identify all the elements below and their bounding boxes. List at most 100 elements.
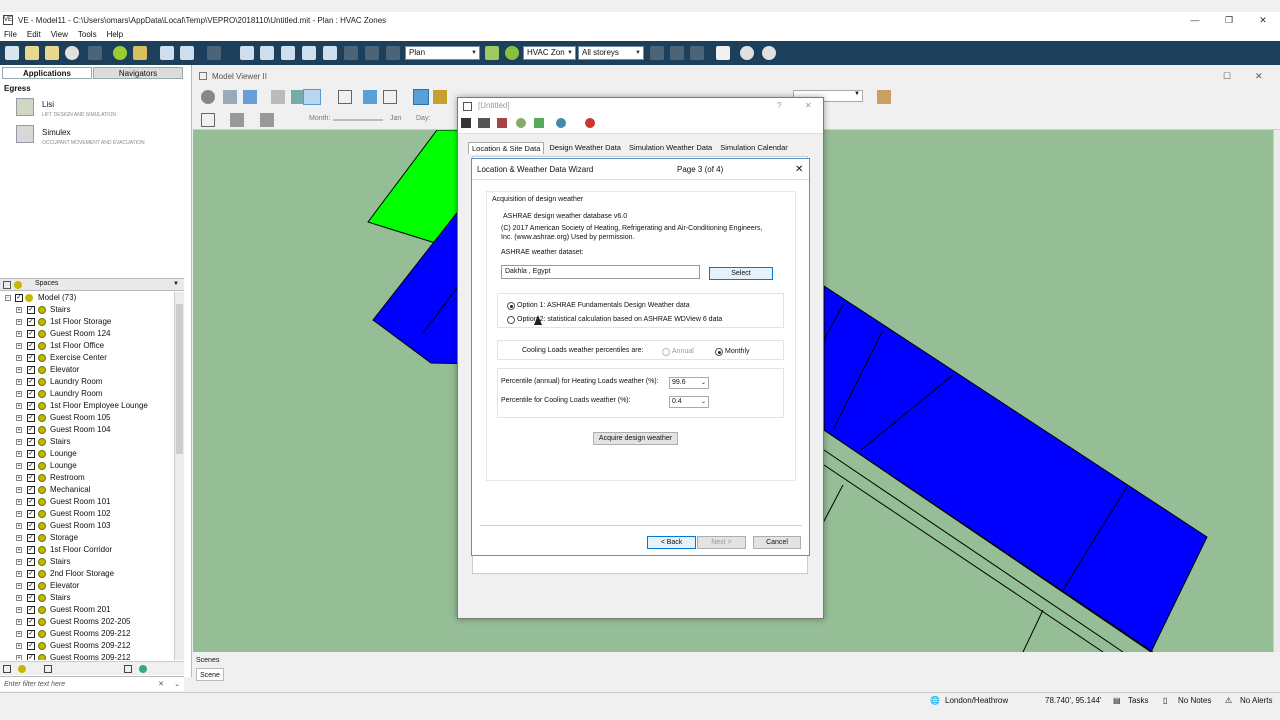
- paint-icon[interactable]: [877, 90, 891, 104]
- tree-item[interactable]: + ✓ Guest Room 105: [0, 412, 174, 424]
- box-icon[interactable]: [223, 90, 237, 104]
- tree-item[interactable]: + ✓ Exercise Center: [0, 352, 174, 364]
- expand-icon[interactable]: +: [16, 439, 22, 445]
- expand-icon[interactable]: +: [16, 511, 22, 517]
- expand-icon[interactable]: +: [16, 607, 22, 613]
- expand-icon[interactable]: +: [16, 655, 22, 660]
- tab-applications[interactable]: Applications: [2, 67, 92, 79]
- cube-outline-icon[interactable]: [201, 113, 215, 127]
- gear-box-icon[interactable]: [271, 90, 285, 104]
- minimize-button[interactable]: —: [1178, 12, 1212, 28]
- expand-icon[interactable]: +: [16, 403, 22, 409]
- dataset-field[interactable]: Dakhla , Egypt: [501, 265, 700, 279]
- tree-item[interactable]: + ✓ Stairs: [0, 592, 174, 604]
- expand-icon[interactable]: +: [16, 523, 22, 529]
- close-button[interactable]: ✕: [1246, 12, 1280, 28]
- monthly-label[interactable]: Monthly: [725, 348, 750, 355]
- checkbox-icon[interactable]: ✓: [27, 354, 35, 362]
- tree-item[interactable]: + ✓ Guest Rooms 209-212: [0, 652, 174, 660]
- checkbox-icon[interactable]: ✓: [27, 498, 35, 506]
- tab-simulation-calendar[interactable]: Simulation Calendar: [717, 142, 791, 154]
- expand-icon[interactable]: +: [16, 355, 22, 361]
- tree-item[interactable]: + ✓ 1st Floor Corridor: [0, 544, 174, 556]
- shape-icon[interactable]: [303, 89, 321, 105]
- tree-item[interactable]: + ✓ Guest Room 124: [0, 328, 174, 340]
- tab-location-site[interactable]: Location & Site Data: [468, 142, 545, 154]
- open-recent-icon[interactable]: [45, 46, 59, 60]
- option1-radio[interactable]: [507, 302, 515, 310]
- clear-icon[interactable]: ✕: [158, 677, 164, 692]
- expand-icon[interactable]: +: [16, 331, 22, 337]
- help-button[interactable]: ?: [777, 98, 781, 114]
- expand-icon[interactable]: +: [16, 307, 22, 313]
- checkbox-icon[interactable]: ✓: [27, 486, 35, 494]
- checkbox-icon[interactable]: ✓: [27, 402, 35, 410]
- dialog-close-button[interactable]: ✕: [805, 98, 812, 114]
- checkbox-icon[interactable]: ✓: [27, 342, 35, 350]
- tree-item[interactable]: + ✓ Mechanical: [0, 484, 174, 496]
- tree-item[interactable]: + ✓ Stairs: [0, 556, 174, 568]
- layer-select[interactable]: HVAC Zon ▼: [523, 46, 576, 60]
- help-icon[interactable]: [585, 118, 595, 128]
- expand-icon[interactable]: +: [16, 379, 22, 385]
- zoom-in-icon[interactable]: [302, 46, 316, 60]
- cooling-pct-select[interactable]: 0.4 ⌄: [669, 396, 709, 408]
- globe-icon[interactable]: [556, 118, 566, 128]
- tab-design-weather[interactable]: Design Weather Data: [546, 142, 624, 154]
- gear-plus-icon[interactable]: [762, 46, 776, 60]
- expand-icon[interactable]: +: [16, 571, 22, 577]
- open-folder-icon[interactable]: [25, 46, 39, 60]
- tree-item[interactable]: + ✓ Lounge: [0, 448, 174, 460]
- menu-tools[interactable]: Tools: [74, 30, 103, 39]
- tab-simulation-weather[interactable]: Simulation Weather Data: [626, 142, 715, 154]
- tree-item[interactable]: + ✓ Guest Room 104: [0, 424, 174, 436]
- checkbox-icon[interactable]: ✓: [15, 294, 23, 302]
- checkbox-icon[interactable]: ✓: [27, 558, 35, 566]
- cube-gold-icon[interactable]: [433, 90, 447, 104]
- expand-icon[interactable]: +: [16, 391, 22, 397]
- expand-icon[interactable]: +: [16, 427, 22, 433]
- model-icon[interactable]: [160, 46, 174, 60]
- tree-item[interactable]: + ✓ Storage: [0, 532, 174, 544]
- viewer-close-button[interactable]: ✕: [1255, 69, 1263, 84]
- expand-icon[interactable]: +: [16, 475, 22, 481]
- cube-icon[interactable]: [363, 90, 377, 104]
- tree-item[interactable]: + ✓ Laundry Room: [0, 388, 174, 400]
- tree-item[interactable]: + ✓ Guest Rooms 209-212: [0, 640, 174, 652]
- expand-icon[interactable]: +: [16, 487, 22, 493]
- tree-item[interactable]: + ✓ Laundry Room: [0, 376, 174, 388]
- tree-item[interactable]: + ✓ 2nd Floor Storage: [0, 568, 174, 580]
- status-tasks[interactable]: Tasks: [1128, 693, 1148, 708]
- tree-item[interactable]: + ✓ Stairs: [0, 304, 174, 316]
- option2-label[interactable]: Option 2: statistical calculation based …: [517, 316, 722, 323]
- checkbox-icon[interactable]: ✓: [27, 606, 35, 614]
- checkbox-icon[interactable]: ✓: [27, 654, 35, 660]
- app-simulex-name[interactable]: Simulex: [42, 128, 70, 137]
- select-icon[interactable]: [124, 665, 132, 673]
- checkbox-icon[interactable]: ✓: [27, 438, 35, 446]
- tree-scrollbar[interactable]: [174, 292, 184, 660]
- checkbox-icon[interactable]: ✓: [27, 414, 35, 422]
- expand-icon[interactable]: +: [16, 319, 22, 325]
- viewport-scrollbar[interactable]: [1273, 130, 1280, 652]
- checkbox-icon[interactable]: ✓: [27, 570, 35, 578]
- zoom-window-icon[interactable]: [323, 46, 337, 60]
- zoom-icon[interactable]: [240, 46, 254, 60]
- menu-help[interactable]: Help: [103, 30, 129, 39]
- checkbox-icon[interactable]: ✓: [27, 318, 35, 326]
- checkbox-icon[interactable]: ✓: [27, 522, 35, 530]
- table-icon[interactable]: [534, 118, 544, 128]
- chart-icon[interactable]: [497, 118, 507, 128]
- expand-icon[interactable]: +: [16, 619, 22, 625]
- settings-icon[interactable]: [65, 46, 79, 60]
- checkbox-icon[interactable]: ✓: [27, 378, 35, 386]
- option1-label[interactable]: Option 1: ASHRAE Fundamentals Design Wea…: [517, 302, 690, 309]
- checkbox-icon[interactable]: ✓: [27, 618, 35, 626]
- status-alerts[interactable]: No Alerts: [1240, 693, 1272, 708]
- checkbox-icon[interactable]: ✓: [27, 594, 35, 602]
- tree-item[interactable]: + ✓ 1st Floor Employee Lounge: [0, 400, 174, 412]
- tree-item[interactable]: + ✓ Guest Room 103: [0, 520, 174, 532]
- back-button[interactable]: < Back: [647, 536, 696, 549]
- menu-file[interactable]: File: [0, 30, 23, 39]
- zoom-fit-icon[interactable]: [281, 46, 295, 60]
